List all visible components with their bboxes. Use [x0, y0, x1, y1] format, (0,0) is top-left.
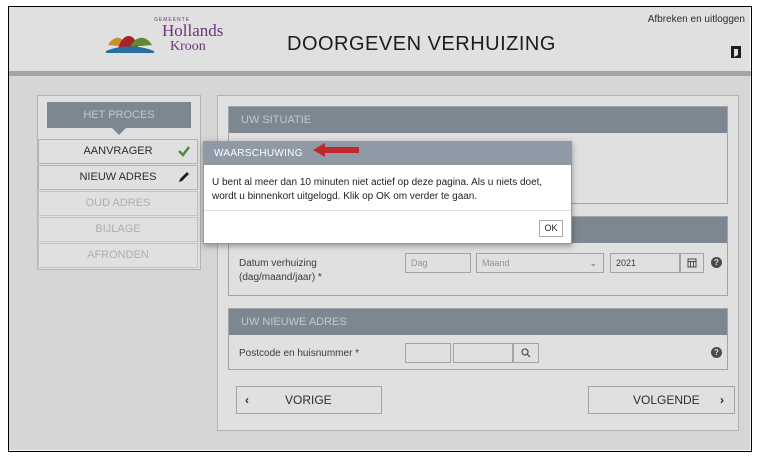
red-arrow-annotation-icon — [313, 143, 359, 157]
warning-dialog: WAARSCHUWING U bent al meer dan 10 minut… — [203, 141, 572, 244]
dialog-title: WAARSCHUWING — [204, 142, 571, 165]
ok-button[interactable]: OK — [539, 220, 563, 237]
dialog-divider — [204, 210, 571, 211]
dialog-message: U bent al meer dan 10 minuten niet actie… — [212, 177, 543, 202]
